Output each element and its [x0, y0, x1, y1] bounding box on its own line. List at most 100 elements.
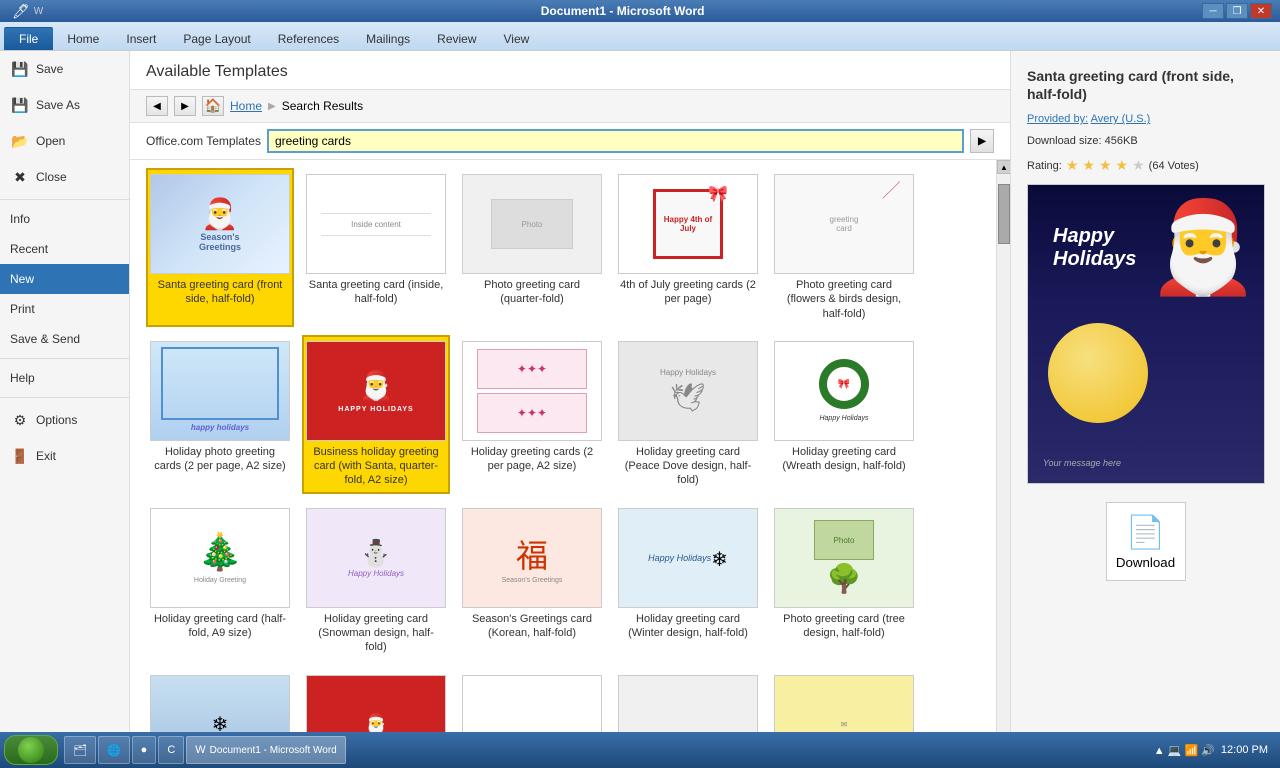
restore-button[interactable]: ❐ [1226, 3, 1248, 19]
template-item-wreath[interactable]: 🎀 Happy Holidays Holiday greeting card (… [770, 335, 918, 494]
template-item-snowman[interactable]: ⛄ Happy Holidays Holiday greeting card (… [302, 502, 450, 661]
templates-area: 🎅 Season'sGreetings Santa greeting card … [130, 160, 1010, 749]
taskbar-explorer[interactable]: 🗂 [64, 736, 96, 764]
template-thumb-flowers: ——— greetingcard [774, 174, 914, 274]
template-thumb-business-holiday: 🎅 HAPPY HOLIDAYS [306, 341, 446, 441]
sidebar-label-help: Help [10, 371, 35, 385]
tab-references[interactable]: References [265, 27, 352, 50]
template-thumb-july4: Happy 4th of July 🎀 [618, 174, 758, 274]
star-5: ★ [1132, 157, 1145, 174]
taskbar-word[interactable]: W Document1 - Microsoft Word [186, 736, 345, 764]
star-4: ★ [1116, 157, 1129, 174]
template-item-tree[interactable]: 🎄 Holiday Greeting Holiday greeting card… [146, 502, 294, 661]
template-item-july4[interactable]: Happy 4th of July 🎀 4th of July greeting… [614, 168, 762, 327]
search-go-button[interactable]: ▶ [970, 129, 994, 153]
template-label-wreath: Holiday greeting card (Wreath design, ha… [776, 445, 912, 474]
nav-search-results: Search Results [282, 99, 363, 113]
sidebar-label-close: Close [36, 170, 67, 184]
tab-review[interactable]: Review [424, 27, 489, 50]
star-3: ★ [1099, 157, 1112, 174]
template-item-winter[interactable]: Happy Holidays ❄ Holiday greeting card (… [614, 502, 762, 661]
scroll-track [997, 174, 1010, 735]
template-item-peace-dove[interactable]: Happy Holidays 🕊 Holiday greeting card (… [614, 335, 762, 494]
sidebar-label-print: Print [10, 302, 35, 316]
panel-download-size: Download size: 456KB [1027, 135, 1264, 147]
download-area: 📄 Download [1027, 502, 1264, 581]
template-thumb-holiday-photo: happy holidays [150, 341, 290, 441]
template-thumb-santa-inside: Inside content [306, 174, 446, 274]
template-thumb-snowman: ⛄ Happy Holidays [306, 508, 446, 608]
sidebar-label-info: Info [10, 212, 30, 226]
template-item-korean[interactable]: 福 Season's Greetings Season's Greetings … [458, 502, 606, 661]
template-item-holiday-2pp[interactable]: ✦✦✦ ✦✦✦ Holiday greeting cards (2 per pa… [458, 335, 606, 494]
template-label-holiday-photo: Holiday photo greeting cards (2 per page… [152, 445, 288, 474]
taskbar: 🗂 🌐 ● C W Document1 - Microsoft Word ▲ 💻… [0, 732, 1280, 768]
templates-header: Available Templates [130, 51, 1010, 90]
sidebar-item-close[interactable]: ✖ Close [0, 159, 129, 195]
votes-label: (64 Votes) [1149, 160, 1199, 172]
template-row-3: 🎄 Holiday Greeting Holiday greeting card… [146, 502, 980, 661]
template-label-korean: Season's Greetings card (Korean, half-fo… [464, 612, 600, 641]
sidebar-item-saveas[interactable]: 💾 Save As [0, 87, 129, 123]
tab-mailings[interactable]: Mailings [353, 27, 423, 50]
nav-home-label[interactable]: Home [230, 99, 262, 113]
taskbar-word-label: Document1 - Microsoft Word [210, 745, 337, 756]
sidebar-divider-1 [0, 199, 129, 200]
search-input[interactable] [267, 129, 964, 153]
preview-moon [1048, 323, 1148, 423]
taskbar-ie[interactable]: 🌐 [98, 736, 130, 764]
scroll-thumb[interactable] [998, 184, 1010, 244]
title-bar-text: Document1 - Microsoft Word [43, 4, 1202, 18]
sidebar-item-options[interactable]: ⚙ Options [0, 402, 129, 438]
sidebar-item-help[interactable]: Help [0, 363, 129, 393]
tab-pagelayout[interactable]: Page Layout [170, 27, 263, 50]
template-label-santa-inside: Santa greeting card (inside, half-fold) [308, 278, 444, 307]
template-item-photo-tree[interactable]: Photo 🌳 Photo greeting card (tree design… [770, 502, 918, 661]
tab-insert[interactable]: Insert [113, 27, 169, 50]
sidebar-label-save: Save [36, 62, 63, 76]
tab-home[interactable]: Home [54, 27, 112, 50]
right-panel: Santa greeting card (front side, half-fo… [1010, 51, 1280, 749]
template-item-business-holiday[interactable]: 🎅 HAPPY HOLIDAYS Business holiday greeti… [302, 335, 450, 494]
start-button[interactable] [4, 735, 58, 765]
sidebar-item-open[interactable]: 📂 Open [0, 123, 129, 159]
nav-forward-button[interactable]: ▶ [174, 96, 196, 116]
template-row-1: 🎅 Season'sGreetings Santa greeting card … [146, 168, 980, 327]
sidebar-item-new[interactable]: New [0, 264, 129, 294]
sidebar-item-save[interactable]: 💾 Save [0, 51, 129, 87]
sidebar-label-exit: Exit [36, 449, 56, 463]
minimize-button[interactable]: ─ [1202, 3, 1224, 19]
scroll-up-button[interactable]: ▲ [997, 160, 1010, 174]
sidebar-label-savesend: Save & Send [10, 332, 80, 346]
sidebar-item-exit[interactable]: 🚪 Exit [0, 438, 129, 474]
nav-home-button[interactable]: 🏠 [202, 96, 224, 116]
download-button[interactable]: 📄 Download [1106, 502, 1186, 581]
nav-back-button[interactable]: ◀ [146, 96, 168, 116]
taskbar-chrome[interactable]: ● [132, 736, 157, 764]
search-bar: Office.com Templates ▶ [130, 123, 1010, 160]
template-thumb-winter: Happy Holidays ❄ [618, 508, 758, 608]
preview-happy-text: HappyHolidays [1053, 225, 1136, 271]
tray-icons: ▲ 💻 📶 🔊 [1154, 744, 1215, 757]
corel-icon: C [167, 744, 175, 756]
sidebar-label-options: Options [36, 413, 77, 427]
template-label-peace-dove: Holiday greeting card (Peace Dove design… [620, 445, 756, 488]
taskbar-corel[interactable]: C [158, 736, 184, 764]
template-item-santa-front[interactable]: 🎅 Season'sGreetings Santa greeting card … [146, 168, 294, 327]
template-item-holiday-photo[interactable]: happy holidays Holiday photo greeting ca… [146, 335, 294, 494]
system-time: 12:00 PM [1221, 744, 1268, 756]
template-item-flowers[interactable]: ——— greetingcard Photo greeting card (fl… [770, 168, 918, 327]
sidebar-item-info[interactable]: Info [0, 204, 129, 234]
sidebar-item-recent[interactable]: Recent [0, 234, 129, 264]
tab-view[interactable]: View [491, 27, 543, 50]
provider-link[interactable]: Avery (U.S.) [1091, 113, 1151, 125]
template-thumb-wreath: 🎀 Happy Holidays [774, 341, 914, 441]
template-item-santa-inside[interactable]: Inside content Santa greeting card (insi… [302, 168, 450, 327]
sidebar-item-print[interactable]: Print [0, 294, 129, 324]
template-thumb-photo-quarter: Photo [462, 174, 602, 274]
close-window-button[interactable]: ✕ [1250, 3, 1272, 19]
template-item-photo-quarter[interactable]: Photo Photo greeting card (quarter-fold) [458, 168, 606, 327]
sidebar-item-savesend[interactable]: Save & Send [0, 324, 129, 354]
tab-file[interactable]: File [4, 27, 53, 50]
star-1: ★ [1066, 157, 1079, 174]
